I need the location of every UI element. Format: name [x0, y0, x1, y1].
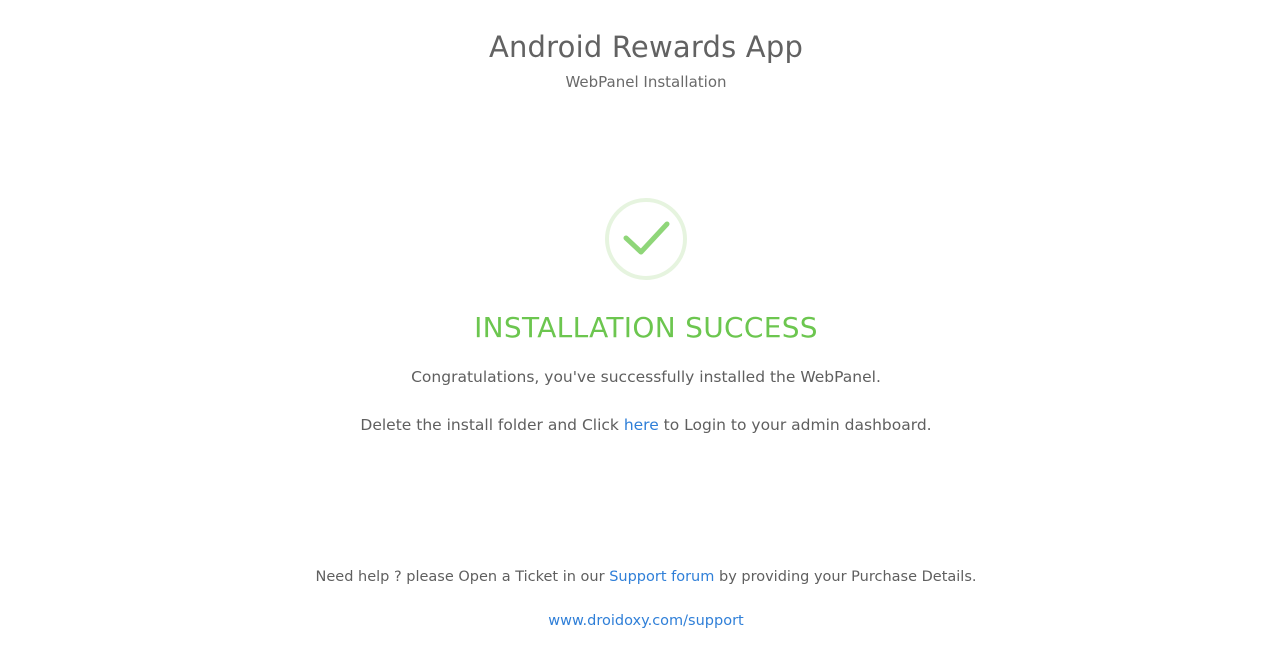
app-title: Android Rewards App	[488, 30, 804, 64]
instruction-text-after: to Login to your admin dashboard.	[658, 416, 932, 434]
checkmark-circle-icon	[604, 197, 688, 281]
support-url-container: www.droidoxy.com/support	[0, 613, 1275, 629]
login-here-link[interactable]: here	[624, 416, 659, 434]
instruction-text-before: Delete the install folder and Click	[360, 416, 624, 434]
login-instruction: Delete the install folder and Click here…	[0, 416, 1275, 434]
help-text: Need help ? please Open a Ticket in our …	[0, 569, 1275, 585]
success-heading: INSTALLATION SUCCESS	[474, 311, 818, 344]
help-text-before: Need help ? please Open a Ticket in our	[315, 569, 610, 585]
help-text-after: by providing your Purchase Details.	[714, 569, 977, 585]
app-subtitle: WebPanel Installation	[565, 73, 727, 91]
support-url-link[interactable]: www.droidoxy.com/support	[548, 613, 743, 629]
success-message: Congratulations, you've successfully ins…	[411, 368, 881, 386]
installation-page: Android Rewards App WebPanel Installatio…	[0, 0, 1275, 649]
support-forum-link[interactable]: Support forum	[609, 569, 714, 585]
